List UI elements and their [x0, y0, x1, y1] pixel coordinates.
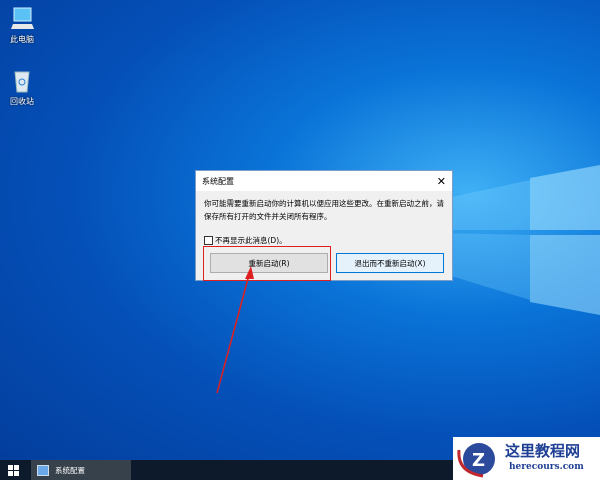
system-config-icon: [37, 464, 49, 476]
taskbar-app-label: 系统配置: [55, 465, 85, 475]
taskbar-app-system-config[interactable]: 系统配置: [31, 460, 131, 480]
start-button[interactable]: [8, 465, 19, 476]
svg-text:Z: Z: [472, 450, 485, 471]
watermark-logo: Z: [457, 443, 495, 478]
arrow-annotation: [216, 266, 254, 394]
watermark: Z 这里教程网 herecours.com: [453, 437, 600, 480]
watermark-url: herecours.com: [509, 462, 584, 472]
watermark-title: 这里教程网: [505, 442, 581, 460]
